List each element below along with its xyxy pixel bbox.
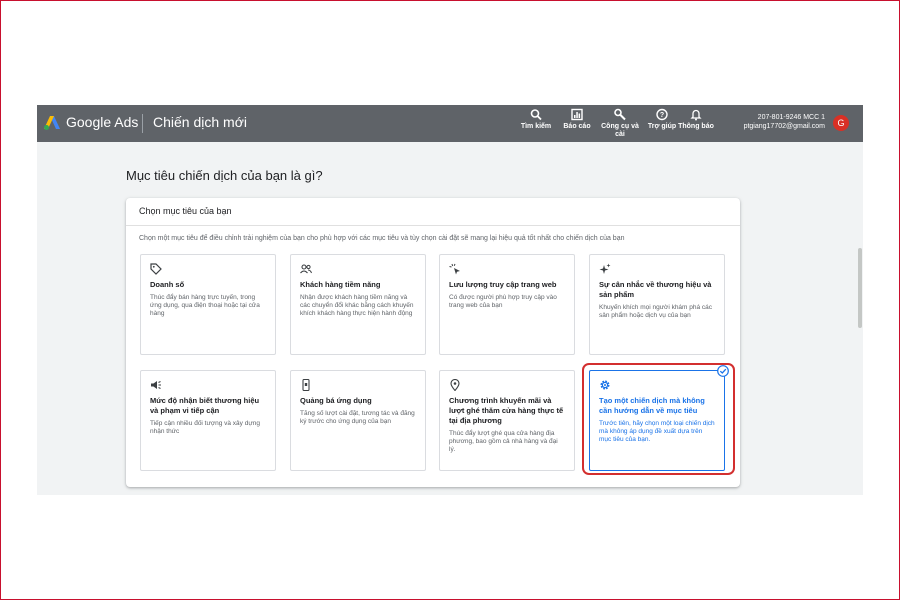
goal-title: Lưu lượng truy cập trang web xyxy=(449,280,557,289)
card-description: Chọn một mục tiêu để điều chỉnh trải ngh… xyxy=(139,235,625,242)
click-icon xyxy=(449,263,460,275)
goal-description: Thúc đẩy lượt ghé qua cửa hàng địa phươn… xyxy=(449,430,558,453)
account-info[interactable]: 207-801-9246 MCC 1 ptgiang17702@gmail.co… xyxy=(744,113,825,131)
people-icon xyxy=(300,264,312,274)
goal-title: Mức độ nhận biết thương hiệu và phạm vi … xyxy=(150,396,260,415)
page-title: Mục tiêu chiến dịch của bạn là gì? xyxy=(126,168,323,183)
help-icon: ? xyxy=(656,108,668,121)
goal-option-brand-consideration[interactable]: Sự cân nhắc về thương hiệu và sản phẩm K… xyxy=(589,254,725,355)
goal-description: Tăng số lượt cài đặt, tương tác và đăng … xyxy=(300,410,415,425)
goal-option-sales[interactable]: Doanh số Thúc đẩy bán hàng trực tuyến, t… xyxy=(140,254,276,355)
tools-icon xyxy=(614,108,626,121)
goal-description: Tiếp cận nhiều đối tượng và xây dựng nhậ… xyxy=(150,420,260,435)
reports-tool-label: Báo cáo xyxy=(563,123,591,130)
tools-tool[interactable]: Công cụ và cài xyxy=(598,108,642,139)
goal-description: Nhận được khách hàng tiềm năng và các ch… xyxy=(300,294,414,317)
notifications-icon xyxy=(690,109,702,121)
search-tool-label: Tìm kiếm xyxy=(520,123,552,130)
google-ads-window: Google Ads Chiến dịch mới Tìm kiếm Báo c… xyxy=(37,105,863,495)
goal-option-website-traffic[interactable]: Lưu lượng truy cập trang web Có được ngư… xyxy=(439,254,575,355)
goal-description: Khuyến khích mọi người khám phá các sản … xyxy=(599,304,713,319)
top-bar: Google Ads Chiến dịch mới Tìm kiếm Báo c… xyxy=(37,105,863,142)
search-icon xyxy=(530,109,542,121)
page-header-title: Chiến dịch mới xyxy=(153,114,247,130)
goal-description: Thúc đẩy bán hàng trực tuyến, trong ứng … xyxy=(150,294,260,317)
tag-icon xyxy=(150,263,162,275)
card-header-title: Chọn mục tiêu của bạn xyxy=(139,206,232,216)
selection-highlight-annotation xyxy=(582,363,735,475)
card-header: Chọn mục tiêu của bạn xyxy=(126,198,740,226)
avatar[interactable]: G xyxy=(833,115,849,131)
sparkle-icon xyxy=(599,263,611,274)
account-email: ptgiang17702@gmail.com xyxy=(743,123,825,130)
goal-option-leads[interactable]: Khách hàng tiềm năng Nhận được khách hàn… xyxy=(290,254,426,355)
phone-icon xyxy=(302,379,310,391)
goal-title: Quảng bá ứng dụng xyxy=(300,396,372,405)
google-ads-logo-icon xyxy=(44,116,60,130)
scrollbar[interactable] xyxy=(857,142,863,495)
goal-option-app-promotion[interactable]: Quảng bá ứng dụng Tăng số lượt cài đặt, … xyxy=(290,370,426,471)
reports-icon xyxy=(571,108,583,121)
svg-text:?: ? xyxy=(660,112,664,119)
notifications-tool-label: Thông báo xyxy=(678,123,714,130)
tools-tool-label: Công cụ và cài xyxy=(601,123,639,138)
scrollbar-thumb[interactable] xyxy=(858,248,862,328)
notifications-tool[interactable]: Thông báo xyxy=(674,108,718,131)
goal-title: Sự cân nhắc về thương hiệu và sản phẩm xyxy=(599,280,712,299)
location-pin-icon xyxy=(450,379,460,391)
goal-title: Doanh số xyxy=(150,280,185,289)
goal-option-local-store-visits[interactable]: Chương trình khuyến mãi và lượt ghé thăm… xyxy=(439,370,575,471)
goal-title: Chương trình khuyến mãi và lượt ghé thăm… xyxy=(449,396,564,425)
account-id: 207-801-9246 MCC 1 xyxy=(757,114,825,121)
reports-tool[interactable]: Báo cáo xyxy=(555,108,599,131)
search-tool[interactable]: Tìm kiếm xyxy=(514,108,558,131)
brand-divider xyxy=(142,114,143,133)
brand-name[interactable]: Google Ads xyxy=(66,114,138,130)
goal-option-brand-awareness[interactable]: Mức độ nhận biết thương hiệu và phạm vi … xyxy=(140,370,276,471)
goal-description: Có được người phù hợp truy cập vào trang… xyxy=(449,294,557,309)
megaphone-icon xyxy=(151,381,161,389)
goal-title: Khách hàng tiềm năng xyxy=(300,280,381,289)
